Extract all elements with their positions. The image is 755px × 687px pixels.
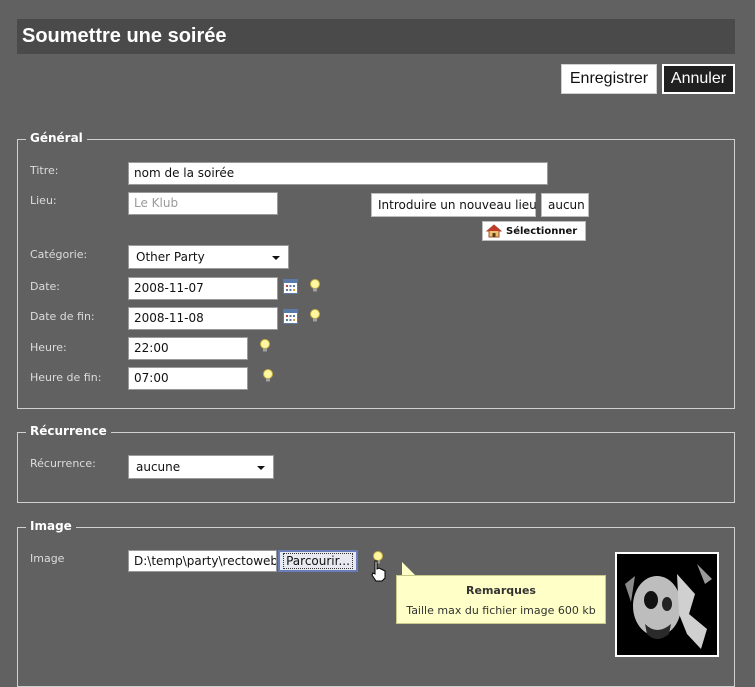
- lightbulb-icon[interactable]: [259, 339, 271, 353]
- page-title: Soumettre une soirée: [22, 25, 227, 47]
- browse-button[interactable]: Parcourir...: [278, 550, 358, 572]
- chevron-down-icon: [257, 466, 265, 470]
- recurrence-legend: Récurrence: [26, 424, 111, 438]
- recurrence-fieldset: Récurrence: [17, 424, 735, 503]
- category-select[interactable]: Other Party: [128, 245, 289, 269]
- image-label: Image: [30, 552, 65, 565]
- tooltip-text: Taille max du fichier image 600 kb: [406, 604, 596, 617]
- calendar-icon[interactable]: [283, 279, 298, 294]
- recurrence-value: aucune: [136, 460, 181, 474]
- image-legend: Image: [26, 519, 76, 533]
- no-place-button[interactable]: aucun: [541, 193, 589, 217]
- recurrence-select[interactable]: aucune: [128, 455, 274, 479]
- recurrence-label: Récurrence:: [30, 457, 96, 470]
- category-label: Catégorie:: [30, 248, 88, 261]
- select-place-button[interactable]: Sélectionner: [482, 221, 586, 241]
- calendar-icon[interactable]: [283, 309, 298, 324]
- end-time-label: Heure de fin:: [30, 371, 102, 384]
- save-button[interactable]: Enregistrer: [561, 64, 657, 94]
- title-input[interactable]: nom de la soirée: [128, 162, 548, 185]
- image-thumbnail: [615, 552, 719, 657]
- category-value: Other Party: [136, 250, 205, 264]
- lightbulb-icon[interactable]: [309, 309, 321, 323]
- end-time-input[interactable]: 07:00: [128, 367, 248, 390]
- browse-label: Parcourir...: [283, 553, 353, 569]
- time-input[interactable]: 22:00: [128, 337, 248, 360]
- place-input[interactable]: Le Klub: [128, 192, 278, 215]
- place-label: Lieu:: [30, 194, 57, 207]
- cancel-button[interactable]: Annuler: [662, 64, 735, 94]
- preview-image: [617, 554, 717, 655]
- remarks-tooltip: Remarques Taille max du fichier image 60…: [396, 575, 606, 624]
- tooltip-title: Remarques: [466, 584, 536, 597]
- house-icon: [486, 224, 502, 238]
- general-legend: Général: [26, 131, 87, 145]
- select-place-label: Sélectionner: [506, 225, 578, 237]
- lightbulb-icon[interactable]: [309, 279, 321, 293]
- tooltip-pointer: [402, 562, 416, 576]
- new-place-button[interactable]: Introduire un nouveau lieu: [371, 193, 537, 217]
- date-label: Date:: [30, 280, 60, 293]
- lightbulb-icon[interactable]: [262, 369, 274, 383]
- hand-pointer-icon: [371, 560, 386, 582]
- chevron-down-icon: [272, 256, 280, 260]
- date-input[interactable]: 2008-11-07: [128, 277, 278, 300]
- file-input[interactable]: D:\temp\party\rectoweb.: [128, 550, 277, 572]
- end-date-label: Date de fin:: [30, 310, 95, 323]
- time-label: Heure:: [30, 341, 67, 354]
- end-date-input[interactable]: 2008-11-08: [128, 307, 278, 330]
- page-header: Soumettre une soirée: [17, 19, 735, 54]
- title-label: Titre:: [30, 164, 59, 177]
